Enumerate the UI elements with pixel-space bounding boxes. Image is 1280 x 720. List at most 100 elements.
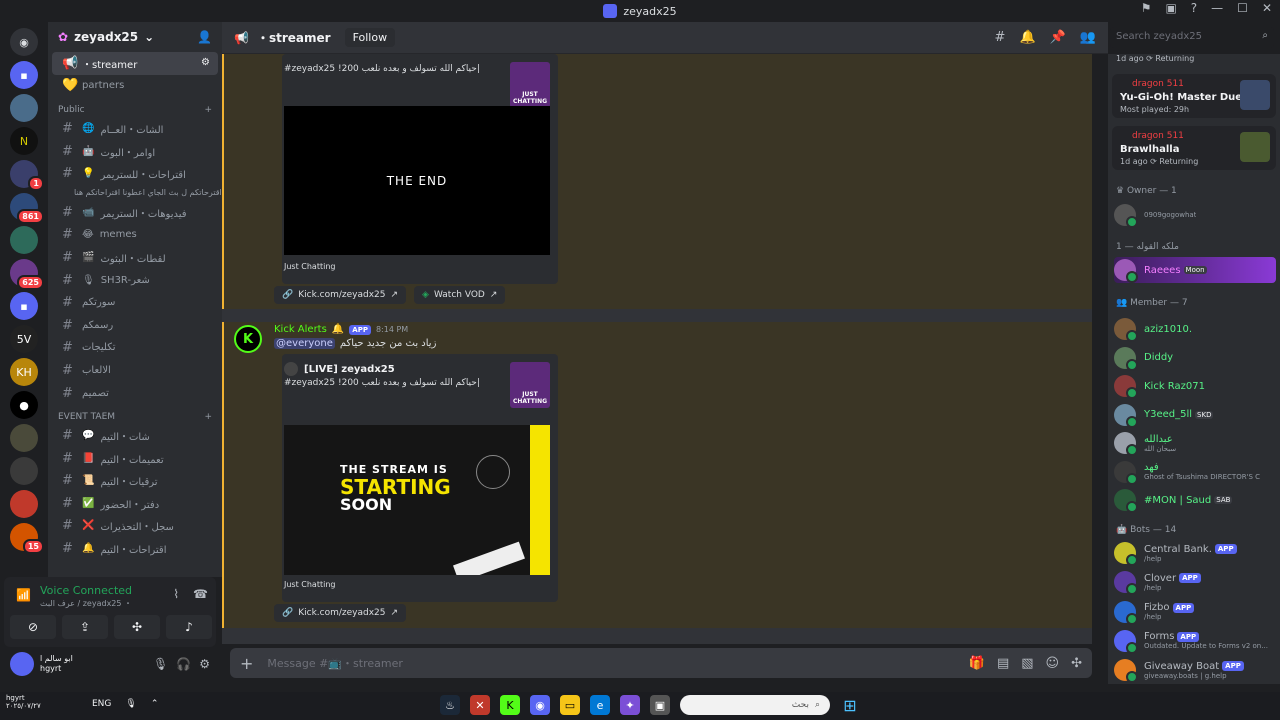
download-icon[interactable]: ▣: [1165, 2, 1176, 14]
kick-icon[interactable]: K: [500, 695, 520, 715]
task-view-icon[interactable]: ▣: [650, 695, 670, 715]
server-folder-icon[interactable]: ▪: [10, 61, 38, 89]
close-icon[interactable]: ✕: [1262, 2, 1272, 14]
server-icon[interactable]: [10, 490, 38, 518]
channel-item[interactable]: # 📹 فيديوهات・الستريمر: [52, 201, 218, 224]
microphone-icon[interactable]: 🎙: [153, 657, 168, 671]
member-item[interactable]: فهد Ghost of Tsushima DIRECTOR'S C: [1114, 459, 1276, 485]
message-author[interactable]: Kick Alerts: [274, 324, 327, 335]
kick-link-button[interactable]: 🔗 Kick.com/zeyadx25 ↗: [274, 604, 407, 622]
settings-icon[interactable]: ⚙: [201, 58, 210, 68]
plus-icon[interactable]: +: [240, 654, 253, 673]
threads-icon[interactable]: #: [995, 30, 1006, 45]
disconnect-icon[interactable]: ☎: [193, 587, 208, 601]
server-icon[interactable]: ●: [10, 391, 38, 419]
steam-icon[interactable]: ♨: [440, 695, 460, 715]
bell-icon[interactable]: 🔔: [1019, 30, 1035, 45]
message-input[interactable]: + Message #📺・streamer 🎁 ▤ ▧ ☺ ✣: [230, 648, 1092, 678]
server-icon[interactable]: KH: [10, 358, 38, 386]
server-folder-icon[interactable]: ▪: [10, 292, 38, 320]
edge-icon[interactable]: e: [590, 695, 610, 715]
embed-title[interactable]: [LIVE] zeyadx25: [304, 364, 395, 375]
bot-item[interactable]: Forms APP Outdated. Update to Forms v2 on.…: [1114, 628, 1276, 654]
server-icon[interactable]: 1: [10, 160, 44, 191]
server-header[interactable]: ✿ zeyadx25 ⌄ 👤: [48, 22, 222, 52]
microphone-icon[interactable]: 🎙: [125, 699, 136, 709]
channel-item[interactable]: # 🤖 اوامر・البوت: [52, 140, 218, 163]
camera-off-button[interactable]: ⊘: [10, 615, 56, 639]
pin-icon[interactable]: 📌: [1050, 30, 1066, 45]
server-icon[interactable]: 861: [10, 193, 44, 224]
server-icon[interactable]: 15: [10, 523, 44, 554]
channel-item[interactable]: # 💬 شات・التيم: [52, 424, 218, 447]
windows-start-icon[interactable]: ⊞: [840, 695, 860, 715]
screen-share-button[interactable]: ⇪: [62, 615, 108, 639]
channel-item[interactable]: # تصميم: [52, 382, 218, 405]
kick-link-button[interactable]: 🔗 Kick.com/zeyadx25 ↗: [274, 286, 407, 304]
channel-item[interactable]: # ✅ دفتر・الحضور: [52, 492, 218, 515]
follow-button[interactable]: Follow: [344, 28, 396, 47]
members-icon[interactable]: 👥: [1080, 30, 1096, 45]
channel-partners[interactable]: 💛 partners: [52, 75, 218, 98]
member-item[interactable]: aziz1010.: [1114, 316, 1276, 342]
activities-button[interactable]: ✣: [114, 615, 160, 639]
channel-item[interactable]: # 😂 memes: [52, 224, 218, 247]
channel-item[interactable]: # 🌐 الشات・العــام: [52, 117, 218, 140]
plus-icon[interactable]: +: [204, 412, 212, 422]
language-indicator[interactable]: ENG: [92, 699, 111, 709]
bot-item[interactable]: Central Bank. APP/help: [1114, 540, 1276, 566]
gear-icon[interactable]: ⚙: [199, 657, 210, 671]
channel-item[interactable]: # 🎬 لقطات・البثوث: [52, 246, 218, 269]
inbox-icon[interactable]: ⚑: [1141, 2, 1152, 14]
server-icon[interactable]: N: [10, 127, 38, 155]
channel-item[interactable]: # تكليجات: [52, 337, 218, 360]
emoji-icon[interactable]: ☺: [1046, 656, 1060, 671]
discord-home-icon[interactable]: ◉: [10, 28, 38, 56]
channel-streamer[interactable]: 📢 ・streamer ⚙: [52, 52, 218, 75]
copilot-icon[interactable]: ✦: [620, 695, 640, 715]
bot-item[interactable]: Giveaway Boat APP giveaway.boats | g.help: [1114, 657, 1276, 684]
bot-item[interactable]: Clover APP/help: [1114, 569, 1276, 596]
server-icon[interactable]: [10, 94, 38, 122]
server-icon[interactable]: 625: [10, 259, 44, 290]
member-item[interactable]: Raeees Moon: [1114, 257, 1276, 283]
channel-item[interactable]: # الالعاب: [52, 359, 218, 382]
channel-item[interactable]: # 🔔 اقتراحات・التيم: [52, 537, 218, 560]
mention[interactable]: @everyone: [274, 338, 335, 349]
member-item[interactable]: Diddy: [1114, 345, 1276, 371]
avatar[interactable]: K: [234, 325, 262, 353]
channel-item[interactable]: # 💡 اقتراحات・للستريمر: [52, 162, 218, 185]
server-icon[interactable]: [10, 226, 38, 254]
voice-status[interactable]: Voice Connected: [40, 584, 132, 597]
discord-icon[interactable]: ◉: [530, 695, 550, 715]
app-icon[interactable]: ✕: [470, 695, 490, 715]
soundboard-button[interactable]: ♪: [166, 615, 212, 639]
search-input[interactable]: Search zeyadx25 ⌕: [1110, 27, 1274, 48]
member-item[interactable]: Y3eed_5ll SKD: [1114, 402, 1276, 428]
apps-icon[interactable]: ✣: [1071, 656, 1082, 671]
help-icon[interactable]: ?: [1191, 2, 1197, 14]
category-event-team[interactable]: EVENT TAEM +: [48, 404, 222, 424]
member-item[interactable]: 0909gogowhat: [1114, 202, 1276, 228]
server-icon[interactable]: [10, 457, 38, 485]
maximize-icon[interactable]: ☐: [1237, 2, 1248, 14]
bot-item[interactable]: Fizbo APP/help: [1114, 599, 1276, 625]
embed-image[interactable]: THE END: [284, 106, 550, 255]
plus-icon[interactable]: +: [204, 105, 212, 115]
activity-card[interactable]: dragon 511 Yu-Gi-Oh! Master Duel Most pl…: [1112, 74, 1276, 118]
category-public[interactable]: Public +: [48, 97, 222, 117]
channel-item[interactable]: # 📕 تعميمات・التيم: [52, 447, 218, 470]
channel-item[interactable]: # رسمكم: [52, 314, 218, 337]
sticker-icon[interactable]: ▧: [1021, 656, 1033, 671]
gift-icon[interactable]: 🎁: [969, 656, 985, 671]
file-explorer-icon[interactable]: ▭: [560, 695, 580, 715]
add-member-icon[interactable]: 👤: [197, 31, 212, 43]
taskbar-search[interactable]: بحث ⌕: [680, 695, 830, 715]
chevron-up-icon[interactable]: ⌃: [151, 699, 159, 709]
noise-suppression-icon[interactable]: ⌇: [173, 587, 179, 601]
minimize-icon[interactable]: —: [1211, 2, 1223, 14]
channel-item[interactable]: # سورتكم: [52, 291, 218, 314]
channel-item[interactable]: # 📜 ترقيات・التيم: [52, 470, 218, 493]
avatar[interactable]: [10, 652, 34, 676]
embed-image[interactable]: THE STREAM IS STARTING SOON: [284, 425, 550, 575]
